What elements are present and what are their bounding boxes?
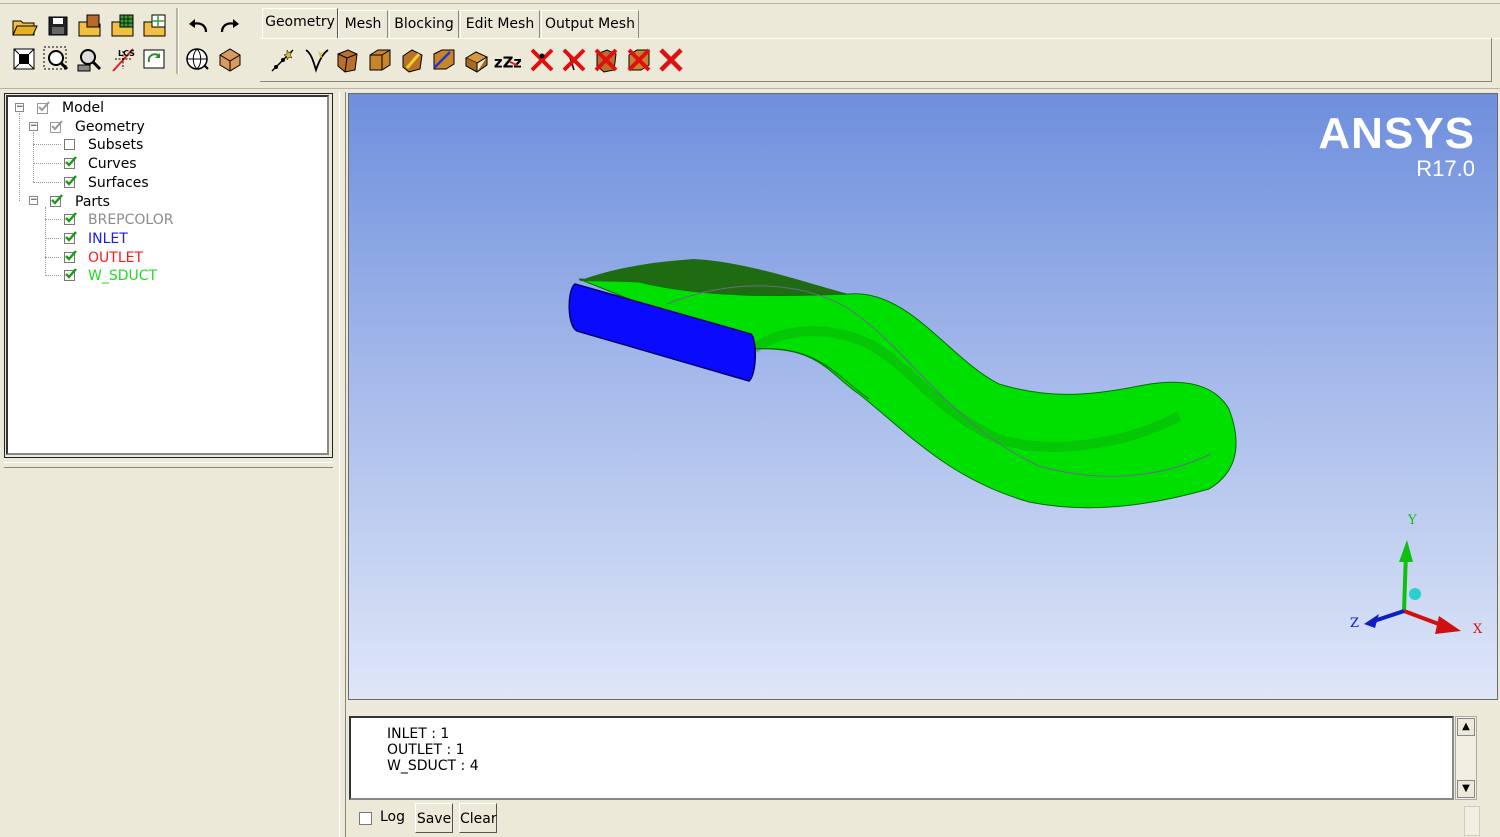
open-icon[interactable] <box>10 12 38 40</box>
toolbar-top-border <box>0 3 1500 4</box>
delete-any-entity-icon[interactable] <box>657 46 685 74</box>
transform-geometry-icon[interactable] <box>430 46 458 74</box>
tree-line <box>19 113 20 201</box>
tab-geometry[interactable]: Geometry <box>262 8 338 39</box>
part-checkbox-outlet[interactable] <box>64 250 77 263</box>
refresh-icon[interactable] <box>141 45 169 73</box>
toolbar-separator <box>176 8 179 74</box>
tree-item-model[interactable]: Model <box>62 99 104 117</box>
solid-view-icon[interactable] <box>216 45 244 73</box>
local-coord-icon[interactable]: LCS <box>109 45 137 73</box>
part-checkbox-w-sduct[interactable] <box>64 268 77 281</box>
tree-line <box>45 238 61 239</box>
expand-toggle[interactable]: − <box>29 122 38 131</box>
clear-button[interactable]: Clear <box>459 803 497 833</box>
create-point-icon[interactable] <box>269 46 297 74</box>
save-button[interactable]: Save <box>415 803 453 833</box>
sleep-icon[interactable]: zZz <box>493 44 521 72</box>
model-tree: − Model − Geometry Subsets Curves Surfac… <box>6 95 329 455</box>
part-checkbox-inlet[interactable] <box>64 231 77 244</box>
main-toolbar: LCS Geometry Mesh Blocking Edit Mesh Out… <box>0 0 1500 89</box>
part-checkbox-brepcolor[interactable] <box>64 212 77 225</box>
tree-line <box>33 163 61 164</box>
brand-version: R17.0 <box>1416 156 1475 181</box>
delete-surface-icon[interactable] <box>592 46 620 74</box>
tree-item-inlet[interactable]: INLET <box>88 230 128 248</box>
zoom-icon[interactable] <box>42 45 70 73</box>
console-line: INLET : 1 <box>387 726 450 742</box>
delete-point-icon[interactable] <box>528 46 556 74</box>
brand-name: ANSYS <box>1318 109 1475 158</box>
subsets-checkbox[interactable] <box>64 139 75 150</box>
repair-geometry-icon[interactable] <box>398 46 426 74</box>
tab-baseline <box>260 38 1500 39</box>
scroll-down-icon[interactable]: ▼ <box>1457 780 1475 798</box>
sleep-label: zZz <box>494 53 521 71</box>
create-body-icon[interactable] <box>366 46 394 74</box>
console-line: OUTLET : 1 <box>387 742 465 758</box>
tree-item-geometry[interactable]: Geometry <box>75 118 145 136</box>
axis-y-label: Y <box>1408 513 1417 528</box>
tree-item-surfaces[interactable]: Surfaces <box>88 174 149 192</box>
tree-item-parts[interactable]: Parts <box>75 193 110 211</box>
graphics-viewport[interactable]: Y X Z ANSYS R17.0 <box>348 93 1498 700</box>
save-blocking-icon[interactable] <box>141 12 169 40</box>
ansys-brand: ANSYS R17.0 <box>1318 112 1475 182</box>
tree-splitter[interactable] <box>4 462 333 468</box>
tree-item-outlet[interactable]: OUTLET <box>88 249 143 267</box>
expand-toggle[interactable]: − <box>15 103 24 112</box>
console-scrollbar[interactable]: ▲ ▼ <box>1455 716 1477 800</box>
create-surface-icon[interactable] <box>333 46 361 74</box>
axis-triad <box>1364 540 1461 634</box>
tab-blocking[interactable]: Blocking <box>389 10 459 38</box>
delete-body-icon[interactable] <box>625 46 653 74</box>
right-scroll-gutter <box>1464 806 1480 836</box>
save-mesh-icon[interactable] <box>109 12 137 40</box>
tree-line <box>33 132 34 182</box>
tree-item-brepcolor[interactable]: BREPCOLOR <box>88 211 173 229</box>
tab-panel-border <box>1491 38 1492 82</box>
tree-item-w-sduct[interactable]: W_SDUCT <box>88 267 157 285</box>
save-icon[interactable] <box>44 12 72 40</box>
log-label: Log <box>380 809 406 825</box>
tree-line <box>45 219 61 220</box>
restore-entities-icon[interactable] <box>462 46 490 74</box>
wireframe-icon[interactable] <box>184 45 212 73</box>
create-curve-icon[interactable] <box>302 46 330 74</box>
measure-icon[interactable] <box>76 45 104 73</box>
log-checkbox[interactable] <box>359 812 372 825</box>
model-checkbox[interactable] <box>37 101 50 114</box>
scroll-up-icon[interactable]: ▲ <box>1457 718 1475 736</box>
axis-z-label: Z <box>1350 616 1360 631</box>
tree-line <box>33 182 61 183</box>
message-console[interactable]: INLET : 1 OUTLET : 1 W_SDUCT : 4 <box>349 716 1454 800</box>
save-geometry-icon[interactable] <box>76 12 104 40</box>
console-line: W_SDUCT : 4 <box>387 758 479 774</box>
delete-curve-icon[interactable] <box>560 46 588 74</box>
tab-panel-border <box>260 81 1492 82</box>
parts-checkbox[interactable] <box>50 194 63 207</box>
tree-item-subsets[interactable]: Subsets <box>88 136 143 154</box>
axis-x-label: X <box>1473 622 1483 637</box>
geometry-checkbox[interactable] <box>50 120 63 133</box>
surfaces-checkbox[interactable] <box>64 175 77 188</box>
tree-line <box>45 207 46 273</box>
tab-output-mesh[interactable]: Output Mesh <box>541 10 639 38</box>
expand-toggle[interactable]: − <box>29 196 38 205</box>
undo-icon[interactable] <box>184 12 212 40</box>
tab-edit-mesh[interactable]: Edit Mesh <box>460 10 540 38</box>
redo-icon[interactable] <box>216 12 244 40</box>
tree-item-curves[interactable]: Curves <box>88 155 137 173</box>
tab-mesh[interactable]: Mesh <box>338 10 388 38</box>
fit-window-icon[interactable] <box>10 45 38 73</box>
lcs-label: LCS <box>118 49 135 58</box>
tree-line <box>45 275 61 276</box>
tree-line <box>33 144 61 145</box>
curves-checkbox[interactable] <box>64 156 77 169</box>
panel-splitter[interactable] <box>339 92 346 837</box>
tree-line <box>45 257 61 258</box>
sduct-model <box>568 259 1461 634</box>
